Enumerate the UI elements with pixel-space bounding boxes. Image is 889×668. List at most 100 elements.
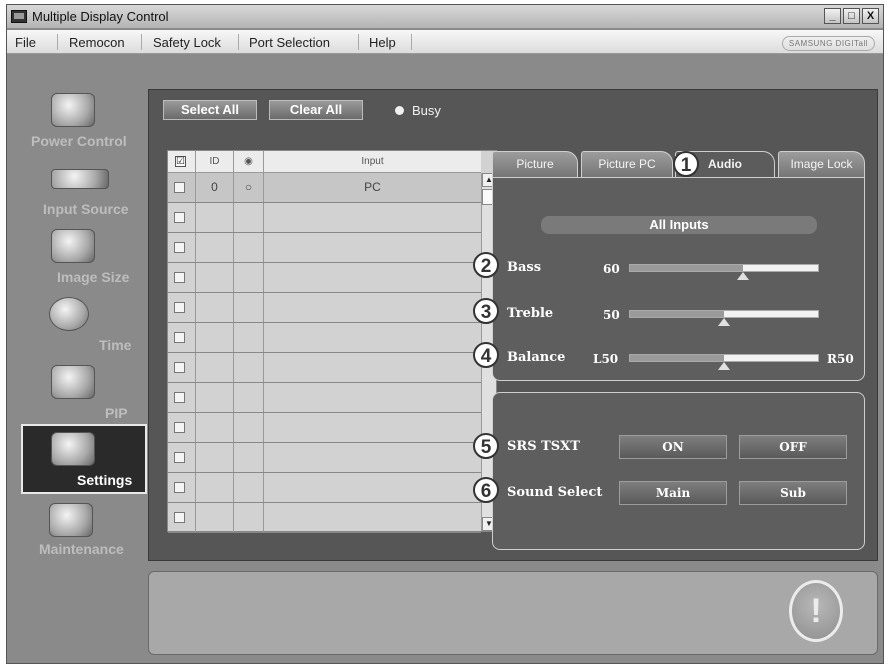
maintenance-icon xyxy=(49,503,93,537)
sidebar-label: Time xyxy=(99,337,132,353)
treble-slider[interactable] xyxy=(629,310,819,326)
row-checkbox[interactable] xyxy=(174,332,185,343)
row-checkbox[interactable] xyxy=(174,272,185,283)
callout-4: 4 xyxy=(473,342,499,368)
row-checkbox[interactable] xyxy=(174,362,185,373)
row-status-cell xyxy=(234,203,264,232)
sidebar-item-time[interactable]: Time xyxy=(21,291,147,357)
clear-all-button[interactable]: Clear All xyxy=(269,100,363,120)
sidebar-item-power-control[interactable]: Power Control xyxy=(21,87,147,153)
row-select-cell xyxy=(168,173,196,202)
row-id-cell xyxy=(196,203,234,232)
sidebar-item-pip[interactable]: PIP xyxy=(21,359,147,425)
row-checkbox[interactable] xyxy=(174,512,185,523)
menu-help[interactable]: Help xyxy=(369,35,396,50)
bass-label: Bass xyxy=(507,260,542,275)
sound-sub-button[interactable]: Sub xyxy=(739,481,847,505)
row-id-cell xyxy=(196,353,234,382)
sidebar-item-settings[interactable]: Settings xyxy=(21,424,147,494)
row-checkbox[interactable] xyxy=(174,392,185,403)
row-checkbox[interactable] xyxy=(174,482,185,493)
warning-icon: ! xyxy=(789,580,843,642)
all-inputs-header: All Inputs xyxy=(541,216,817,234)
pip-icon xyxy=(51,365,95,399)
select-all-button[interactable]: Select All xyxy=(163,100,257,120)
row-status-cell xyxy=(234,293,264,322)
power-icon xyxy=(51,93,95,127)
row-input-cell xyxy=(264,443,481,472)
row-checkbox[interactable] xyxy=(174,182,185,193)
table-row[interactable] xyxy=(168,203,481,233)
balance-left-value: L50 xyxy=(593,352,619,366)
busy-label: Busy xyxy=(412,103,441,118)
treble-slider-thumb[interactable] xyxy=(718,318,730,326)
menu-remocon[interactable]: Remocon xyxy=(69,35,125,50)
row-id-cell xyxy=(196,413,234,442)
bass-slider[interactable] xyxy=(629,264,819,280)
row-id-cell xyxy=(196,503,234,532)
table-row[interactable] xyxy=(168,353,481,383)
sidebar-label: Power Control xyxy=(31,133,127,149)
row-status-cell xyxy=(234,473,264,502)
row-checkbox[interactable] xyxy=(174,302,185,313)
menu-file[interactable]: File xyxy=(15,35,36,50)
balance-slider[interactable] xyxy=(629,354,819,370)
sidebar-item-maintenance[interactable]: Maintenance xyxy=(21,499,147,565)
app-icon xyxy=(11,10,27,23)
main-panel: Select All Clear All Busy ☑ ID ◉ Input 0… xyxy=(148,89,878,561)
sidebar-item-image-size[interactable]: Image Size xyxy=(21,223,147,289)
row-status-cell xyxy=(234,413,264,442)
menu-port-selection[interactable]: Port Selection xyxy=(249,35,330,50)
app-window: Multiple Display Control _ □ X File Remo… xyxy=(6,4,884,664)
row-status-cell xyxy=(234,383,264,412)
balance-slider-thumb[interactable] xyxy=(718,362,730,370)
header-checkbox[interactable]: ☑ xyxy=(175,156,186,167)
column-header-id: ID xyxy=(196,151,234,173)
table-row[interactable]: 0 ○ PC xyxy=(168,173,481,203)
row-checkbox[interactable] xyxy=(174,422,185,433)
menu-safety-lock[interactable]: Safety Lock xyxy=(153,35,221,50)
audio-settings-panel: All Inputs 2 Bass 60 3 Treble 50 4 Balan… xyxy=(473,177,865,381)
settings-icon xyxy=(51,432,95,466)
row-select-cell xyxy=(168,293,196,322)
table-row[interactable] xyxy=(168,233,481,263)
row-checkbox[interactable] xyxy=(174,212,185,223)
table-row[interactable] xyxy=(168,293,481,323)
table-row[interactable] xyxy=(168,443,481,473)
row-id-cell xyxy=(196,443,234,472)
row-id-cell xyxy=(196,233,234,262)
table-row[interactable] xyxy=(168,383,481,413)
row-id-cell xyxy=(196,383,234,412)
callout-5: 5 xyxy=(473,433,499,459)
table-row[interactable] xyxy=(168,503,481,533)
table-row[interactable] xyxy=(168,323,481,353)
srs-off-button[interactable]: OFF xyxy=(739,435,847,459)
select-all-checkbox-header[interactable]: ☑ xyxy=(168,151,196,173)
row-status-cell xyxy=(234,443,264,472)
row-input-cell xyxy=(264,323,481,352)
message-panel: ! xyxy=(148,571,878,655)
close-button[interactable]: X xyxy=(862,8,879,24)
row-id-cell xyxy=(196,293,234,322)
row-select-cell xyxy=(168,383,196,412)
sound-main-button[interactable]: Main xyxy=(619,481,727,505)
tab-image-lock[interactable]: Image Lock xyxy=(778,151,865,177)
tab-picture-pc[interactable]: Picture PC xyxy=(581,151,673,177)
table-row[interactable] xyxy=(168,263,481,293)
srs-tsxt-label: SRS TSXT xyxy=(507,439,580,454)
row-status-icon: ○ xyxy=(244,180,253,194)
minimize-button[interactable]: _ xyxy=(824,8,841,24)
row-input-cell xyxy=(264,263,481,292)
srs-on-button[interactable]: ON xyxy=(619,435,727,459)
table-row[interactable] xyxy=(168,473,481,503)
row-checkbox[interactable] xyxy=(174,242,185,253)
row-id-cell xyxy=(196,323,234,352)
clock-icon xyxy=(49,297,89,331)
sidebar-item-input-source[interactable]: Input Source xyxy=(21,155,147,221)
busy-indicator-icon xyxy=(395,106,404,115)
bass-slider-thumb[interactable] xyxy=(737,272,749,280)
table-row[interactable] xyxy=(168,413,481,443)
row-checkbox[interactable] xyxy=(174,452,185,463)
maximize-button[interactable]: □ xyxy=(843,8,860,24)
tab-picture[interactable]: Picture xyxy=(492,151,578,177)
